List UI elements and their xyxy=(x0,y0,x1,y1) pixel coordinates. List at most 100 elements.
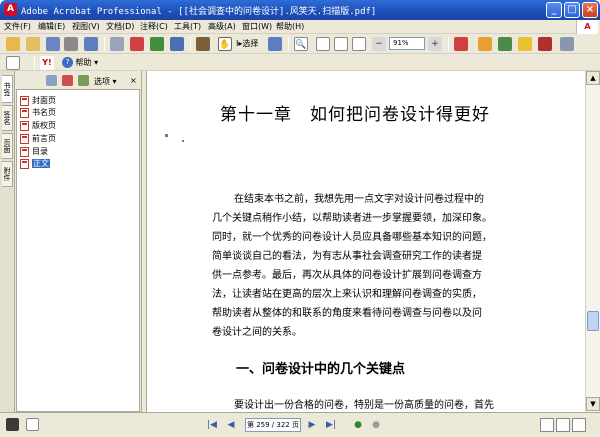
email-icon[interactable] xyxy=(84,37,98,51)
close-pane-icon[interactable]: × xyxy=(130,76,137,85)
main-toolbar: ✋ I▸选择 🔍 − 91% + xyxy=(0,34,600,54)
bookmark-item[interactable]: 前言页 xyxy=(20,133,56,145)
bookmark-item[interactable]: 书名页 xyxy=(20,107,56,119)
menu-advanced[interactable]: 高级(A) xyxy=(208,21,236,32)
continuous-icon[interactable] xyxy=(556,418,570,432)
stamp-icon[interactable] xyxy=(196,37,210,51)
create-pdf-icon[interactable] xyxy=(6,37,20,51)
hand-tool-icon[interactable]: ✋ xyxy=(218,37,232,51)
bookmark-item[interactable]: 目录 xyxy=(20,146,48,158)
bookmark-icon xyxy=(20,133,29,144)
facing-icon[interactable] xyxy=(572,418,586,432)
delete-bookmark-icon[interactable] xyxy=(62,75,73,86)
tasks-icon[interactable] xyxy=(560,37,574,51)
pen-icon[interactable] xyxy=(538,37,552,51)
toolbar-separator xyxy=(190,37,191,51)
scan-speck xyxy=(165,134,168,137)
intro-paragraph-line: 简单谈谈自己的看法，为有志从事社会调查研究工作的读者提 xyxy=(212,247,530,267)
first-page-icon[interactable]: |◀ xyxy=(205,418,219,432)
tab-attachments[interactable]: 附件 xyxy=(2,161,13,187)
previous-page-icon[interactable]: ◀ xyxy=(224,418,238,432)
menu-window[interactable]: 窗口(W) xyxy=(242,21,272,32)
intro-paragraph: 在结束本书之前，我想先用一点文字对设计问卷过程中的 xyxy=(212,190,530,210)
text-line: 供一点参考。最后，再次从具体的问卷设计扩展到问卷调查方 xyxy=(212,270,482,281)
toolbar-separator xyxy=(288,37,289,51)
last-page-icon[interactable]: ▶| xyxy=(324,418,338,432)
bookmark-icon xyxy=(20,120,29,131)
help-icon: ? xyxy=(62,57,73,68)
new-document-icon[interactable] xyxy=(6,56,20,70)
next-view-icon[interactable]: ● xyxy=(369,418,383,432)
bookmarks-toolbar: 选项 ▾ × xyxy=(16,73,140,90)
zoom-level-select[interactable]: 91% xyxy=(389,37,425,50)
bookmark-item[interactable]: 版权页 xyxy=(20,120,56,132)
text-line: 法，让读者站在更高的层次上来认识和理解问卷调查的实质， xyxy=(212,289,482,300)
fit-width-icon[interactable] xyxy=(352,37,366,51)
web-icon[interactable] xyxy=(150,37,164,51)
tab-signatures[interactable]: 签名 xyxy=(2,105,13,131)
security-icon[interactable] xyxy=(130,37,144,51)
lock-icon[interactable] xyxy=(518,37,532,51)
attach-icon[interactable] xyxy=(110,37,124,51)
maximize-button[interactable]: □ xyxy=(564,2,580,18)
text-line: 帮助读者从整体的和联系的角度来看待问卷调查与问卷以及问 xyxy=(212,308,482,319)
title-bar[interactable]: A Adobe Acrobat Professional - [[社会调查中的问… xyxy=(0,0,600,20)
zoom-in-icon[interactable]: 🔍 xyxy=(294,37,308,51)
options-button[interactable]: 选项 ▾ xyxy=(94,76,117,87)
acrobat-icon: A xyxy=(4,3,17,16)
menu-tools[interactable]: 工具(T) xyxy=(174,21,201,32)
menu-bar: 文件(F) 编辑(E) 视图(V) 文档(D) 注释(C) 工具(T) 高级(A… xyxy=(0,20,600,34)
scroll-down-icon[interactable]: ▼ xyxy=(586,397,600,411)
tab-pages[interactable]: 页面 xyxy=(2,133,13,159)
close-button[interactable]: × xyxy=(582,2,598,18)
save-icon[interactable] xyxy=(46,37,60,51)
snapshot-icon[interactable] xyxy=(268,37,282,51)
review-icon[interactable] xyxy=(170,37,184,51)
minimize-button[interactable]: _ xyxy=(546,2,562,18)
text-line: 在结束本书之前，我想先用一点文字对设计问卷过程中的 xyxy=(234,194,484,205)
text-line: 几个关键点稍作小结，以帮助读者进一步掌握要领，加深印象。 xyxy=(212,213,492,224)
print-icon[interactable] xyxy=(64,37,78,51)
comment-icon[interactable] xyxy=(478,37,492,51)
yahoo-icon[interactable]: Y! xyxy=(40,56,54,70)
toolbar-separator xyxy=(104,37,105,51)
scroll-up-icon[interactable]: ▲ xyxy=(586,71,600,85)
select-tool-button[interactable]: I▸选择 xyxy=(236,38,258,49)
scan-speck xyxy=(182,140,184,142)
page-number-field[interactable]: 第 259 / 322 页 xyxy=(245,418,301,432)
bookmark-icon xyxy=(20,107,29,118)
status-bar: |◀ ◀ 第 259 / 322 页 ▶ ▶| ● ● xyxy=(0,412,600,437)
expand-bookmark-icon[interactable] xyxy=(78,75,89,86)
next-page-icon[interactable]: ▶ xyxy=(305,418,319,432)
bookmark-item-selected[interactable]: 正文 xyxy=(20,158,50,170)
menu-file[interactable]: 文件(F) xyxy=(4,21,31,32)
intro-paragraph-line: 供一点参考。最后，再次从具体的问卷设计扩展到问卷调查方 xyxy=(212,266,530,286)
help-button[interactable]: ? 帮助 ▾ xyxy=(62,56,102,69)
scroll-thumb[interactable] xyxy=(587,311,599,331)
zoom-plus-icon[interactable]: + xyxy=(428,37,442,51)
vertical-scrollbar[interactable]: ▲ ▼ xyxy=(585,71,600,412)
menu-view[interactable]: 视图(V) xyxy=(72,21,100,32)
actual-size-icon[interactable] xyxy=(316,37,330,51)
text-line: 简单谈谈自己的看法，为有志从事社会调查研究工作的读者提 xyxy=(212,251,482,262)
toolbar-separator xyxy=(448,37,449,51)
bookmark-icon xyxy=(20,95,29,106)
menu-help[interactable]: 帮助(H) xyxy=(276,21,304,32)
page-size-icon[interactable] xyxy=(6,418,19,431)
pdf-export-icon[interactable] xyxy=(454,37,468,51)
toolbar-separator xyxy=(34,56,35,70)
page-view-icon[interactable] xyxy=(26,418,39,431)
intro-paragraph-line: 法，让读者站在更高的层次上来认识和理解问卷调查的实质， xyxy=(212,285,530,305)
tab-bookmarks[interactable]: 书签 xyxy=(2,75,13,103)
new-bookmark-icon[interactable] xyxy=(46,75,57,86)
zoom-out-icon[interactable]: − xyxy=(372,37,386,51)
open-folder-icon[interactable] xyxy=(26,37,40,51)
fit-page-icon[interactable] xyxy=(334,37,348,51)
menu-document[interactable]: 文档(D) xyxy=(106,21,134,32)
single-page-icon[interactable] xyxy=(540,418,554,432)
menu-edit[interactable]: 编辑(E) xyxy=(38,21,65,32)
previous-view-icon[interactable]: ● xyxy=(351,418,365,432)
menu-comments[interactable]: 注释(C) xyxy=(140,21,168,32)
bookmark-item[interactable]: 封面页 xyxy=(20,95,56,107)
sign-icon[interactable] xyxy=(498,37,512,51)
